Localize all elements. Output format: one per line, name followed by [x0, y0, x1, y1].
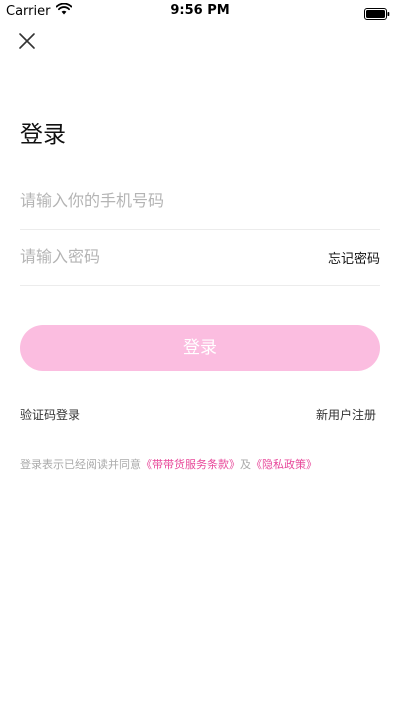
terms-link[interactable]: 《带带货服务条款》 — [141, 458, 240, 471]
battery-icon — [364, 5, 390, 24]
agreement-and: 及 — [240, 458, 251, 471]
password-field: 忘记密码 — [20, 229, 380, 286]
close-button[interactable] — [14, 28, 40, 54]
forgot-password-link[interactable]: 忘记密码 — [328, 248, 380, 267]
agreement-text: 登录表示已经阅读并同意《带带货服务条款》及《隐私政策》 — [20, 456, 380, 472]
status-bar: Carrier 9:56 PM — [0, 0, 400, 22]
status-time: 9:56 PM — [170, 3, 230, 18]
register-link[interactable]: 新用户注册 — [316, 406, 376, 423]
privacy-link[interactable]: 《隐私政策》 — [251, 458, 317, 471]
phone-input[interactable] — [20, 185, 380, 215]
password-input[interactable] — [20, 241, 300, 271]
phone-field — [20, 173, 380, 230]
sms-login-link[interactable]: 验证码登录 — [20, 406, 80, 423]
login-button[interactable]: 登录 — [20, 325, 380, 371]
close-icon — [19, 33, 35, 49]
page-title: 登录 — [20, 122, 66, 148]
agreement-prefix: 登录表示已经阅读并同意 — [20, 458, 141, 471]
